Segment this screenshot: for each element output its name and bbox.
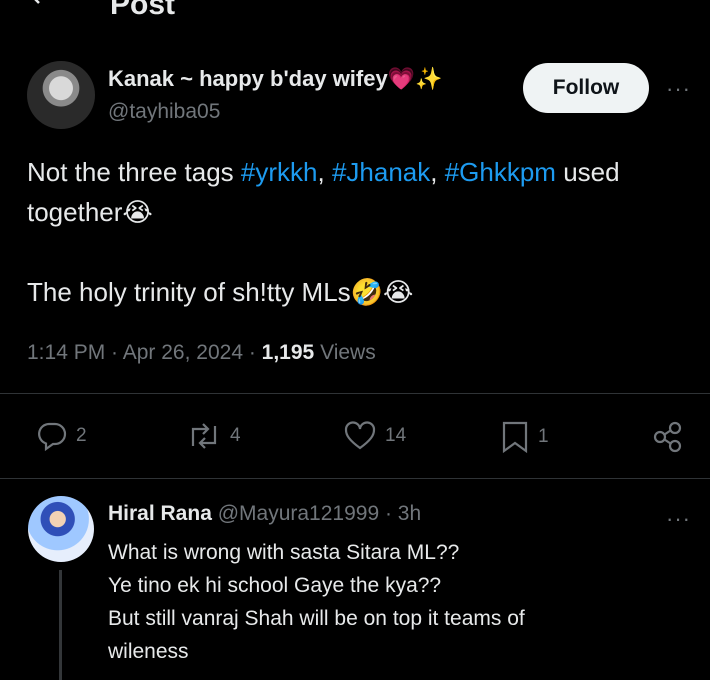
reply-icon <box>38 422 67 452</box>
reply-text: What is wrong with sasta Sitara ML?? Ye … <box>108 536 688 668</box>
reply-count: 2 <box>76 425 87 446</box>
separator: , <box>430 157 445 187</box>
views-count[interactable]: 1,195 <box>262 341 315 364</box>
separator: , <box>317 157 332 187</box>
reply-header: Hiral Rana @Mayura121999 · 3h <box>108 502 421 526</box>
repost-count: 4 <box>230 425 241 446</box>
views-label: Views <box>314 341 376 364</box>
meta-separator: · <box>105 341 123 364</box>
repost-icon <box>191 423 217 449</box>
follow-button[interactable]: Follow <box>523 63 649 113</box>
back-arrow-icon[interactable] <box>30 0 50 6</box>
hashtag-jhanak[interactable]: #Jhanak <box>332 157 430 187</box>
tweet-text: Not the three tags #yrkkh, #Jhanak, #Ghk… <box>27 152 697 312</box>
reply-line: What is wrong with sasta Sitara ML?? <box>108 541 460 564</box>
bookmark-button[interactable]: 1 <box>500 420 549 454</box>
tweet-line-1: Not the three tags #yrkkh, #Jhanak, #Ghk… <box>27 152 697 192</box>
bookmark-icon <box>502 421 528 454</box>
tweet-line-2: together😭 <box>27 197 153 227</box>
tweet-text-suffix: used <box>555 157 620 187</box>
reply-author-avatar[interactable] <box>28 496 94 562</box>
like-count: 14 <box>385 425 407 446</box>
reply-author-handle[interactable]: @Mayura121999 <box>218 502 379 525</box>
heart-icon <box>344 421 376 450</box>
author-name[interactable]: Kanak ~ happy b'day wifey💗✨ <box>108 66 443 92</box>
reply-button[interactable]: 2 <box>36 420 87 452</box>
reply-line: But still vanraj Shah will be on top it … <box>108 607 525 630</box>
reply-author-name[interactable]: Hiral Rana <box>108 502 212 525</box>
tweet-line-3: The holy trinity of sh!tty MLs🤣😭 <box>27 277 414 307</box>
tweet-time[interactable]: 1:14 PM <box>27 341 105 364</box>
share-icon <box>653 421 682 453</box>
more-options-icon[interactable]: ··· <box>666 76 691 102</box>
hashtag-yrkkh[interactable]: #yrkkh <box>241 157 318 187</box>
reply-line: wileness <box>108 640 189 663</box>
like-button[interactable]: 14 <box>343 420 406 452</box>
page-title: Post <box>110 0 176 21</box>
reply-line: Ye tino ek hi school Gaye the kya?? <box>108 574 442 597</box>
tweet-metadata: 1:14 PM · Apr 26, 2024 · 1,195 Views <box>27 341 376 365</box>
tweet-date[interactable]: Apr 26, 2024 <box>123 341 243 364</box>
thread-line <box>59 570 62 680</box>
repost-button[interactable]: 4 <box>186 420 241 452</box>
share-button[interactable] <box>651 420 685 454</box>
author-avatar[interactable] <box>27 61 95 129</box>
author-handle[interactable]: @tayhiba05 <box>108 100 220 124</box>
reply-more-options-icon[interactable]: ··· <box>666 506 691 532</box>
tweet-text-prefix: Not the three tags <box>27 157 241 187</box>
meta-separator: · <box>243 341 262 364</box>
divider <box>0 478 710 479</box>
divider <box>0 393 710 394</box>
reply-age: · 3h <box>379 502 422 525</box>
hashtag-ghkkpm[interactable]: #Ghkkpm <box>445 157 556 187</box>
bookmark-count: 1 <box>538 426 549 447</box>
